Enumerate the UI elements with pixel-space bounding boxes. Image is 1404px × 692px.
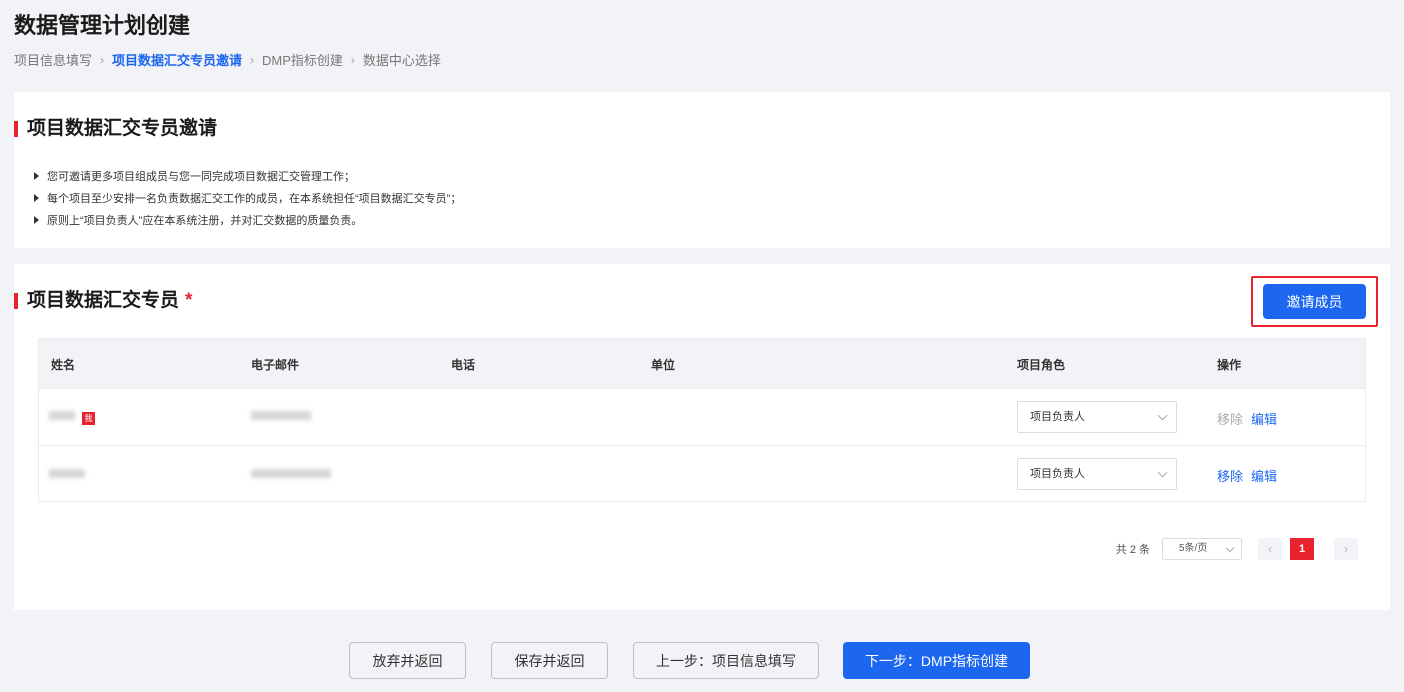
column-header-email: 电子邮件 (251, 358, 300, 372)
role-select-value: 项目负责人 (1030, 411, 1085, 423)
chevron-right-icon: › (100, 52, 105, 67)
chevron-down-icon (1157, 467, 1168, 478)
chevron-down-icon (1157, 410, 1168, 421)
edit-button[interactable]: 编辑 (1251, 409, 1277, 428)
required-mark: * (185, 290, 193, 311)
invite-member-button[interactable]: 邀请成员 (1263, 284, 1366, 319)
edit-button[interactable]: 编辑 (1251, 466, 1277, 485)
pagination-total: 共 2 条 (1115, 544, 1150, 556)
breadcrumb-step-1[interactable]: 项目信息填写 (14, 50, 92, 69)
save-and-return-button[interactable]: 保存并返回 (491, 642, 608, 679)
role-select[interactable]: 项目负责人 (1017, 458, 1177, 490)
redacted-email (251, 469, 331, 478)
column-header-actions: 操作 (1217, 358, 1242, 372)
page-number-current[interactable]: 1 (1290, 538, 1314, 560)
table-row: 我 项目负责人 移除 编辑 (39, 388, 1365, 445)
chevron-right-icon[interactable]: › (1334, 538, 1358, 560)
bullet-triangle-icon (34, 194, 39, 202)
remove-button[interactable]: 移除 (1217, 466, 1243, 485)
bullet-triangle-icon (34, 172, 39, 180)
role-select[interactable]: 项目负责人 (1017, 401, 1177, 433)
page-title: 数据管理计划创建 (14, 13, 191, 38)
members-title: 项目数据汇交专员 * (14, 290, 192, 312)
members-card: 项目数据汇交专员 * 邀请成员 姓名 电子邮件 电话 单位 项目角色 操作 我 项… (14, 264, 1390, 610)
page-size-select[interactable]: 5条/页 (1162, 538, 1242, 560)
members-title-text: 项目数据汇交专员 (27, 290, 180, 311)
bullet-triangle-icon (34, 216, 39, 224)
column-header-phone: 电话 (451, 358, 476, 372)
note-item: 您可邀请更多项目组成员与您一同完成项目数据汇交管理工作； (34, 165, 461, 187)
chevron-right-icon: › (350, 52, 355, 67)
discard-and-return-button[interactable]: 放弃并返回 (349, 642, 466, 679)
column-header-role: 项目角色 (1017, 358, 1066, 372)
intro-notes: 您可邀请更多项目组成员与您一同完成项目数据汇交管理工作； 每个项目至少安排一名负… (34, 165, 461, 231)
remove-button[interactable]: 移除 (1217, 409, 1243, 428)
intro-title: 项目数据汇交专员邀请 (14, 118, 217, 140)
next-step-button[interactable]: 下一步：DMP指标创建 (843, 642, 1030, 679)
role-select-value: 项目负责人 (1030, 468, 1085, 480)
column-header-name: 姓名 (51, 358, 76, 372)
intro-card: 项目数据汇交专员邀请 您可邀请更多项目组成员与您一同完成项目数据汇交管理工作； … (14, 92, 1390, 248)
breadcrumb-step-3[interactable]: DMP指标创建 (262, 50, 343, 69)
page-size-value: 5条/页 (1179, 543, 1208, 554)
breadcrumb-step-2[interactable]: 项目数据汇交专员邀请 (112, 50, 242, 69)
note-item: 原则上“项目负责人”应在本系统注册，并对汇交数据的质量负责。 (34, 209, 461, 231)
prev-step-button[interactable]: 上一步：项目信息填写 (633, 642, 819, 679)
table-row: 项目负责人 移除 编辑 (39, 445, 1365, 502)
me-badge: 我 (82, 412, 95, 425)
note-text: 您可邀请更多项目组成员与您一同完成项目数据汇交管理工作； (47, 171, 355, 183)
breadcrumb: 项目信息填写 › 项目数据汇交专员邀请 › DMP指标创建 › 数据中心选择 (14, 50, 441, 69)
column-header-unit: 单位 (651, 358, 676, 372)
table-header: 姓名 电子邮件 电话 单位 项目角色 操作 (39, 339, 1365, 388)
redacted-email (251, 411, 311, 420)
chevron-left-icon[interactable]: ‹ (1258, 538, 1282, 560)
redacted-name (49, 469, 85, 478)
note-item: 每个项目至少安排一名负责数据汇交工作的成员，在本系统担任“项目数据汇交专员”； (34, 187, 461, 209)
breadcrumb-step-4[interactable]: 数据中心选择 (363, 50, 441, 69)
note-text: 原则上“项目负责人”应在本系统注册，并对汇交数据的质量负责。 (47, 215, 363, 227)
note-text: 每个项目至少安排一名负责数据汇交工作的成员，在本系统担任“项目数据汇交专员”； (47, 193, 462, 205)
pagination: 共 2 条 5条/页 ‹ 1 › (1116, 538, 1358, 560)
redacted-name (49, 411, 75, 420)
chevron-down-icon (1225, 543, 1235, 553)
members-table: 姓名 电子邮件 电话 单位 项目角色 操作 我 项目负责人 移除 编辑 项目负责… (38, 338, 1366, 502)
chevron-right-icon: › (250, 52, 255, 67)
